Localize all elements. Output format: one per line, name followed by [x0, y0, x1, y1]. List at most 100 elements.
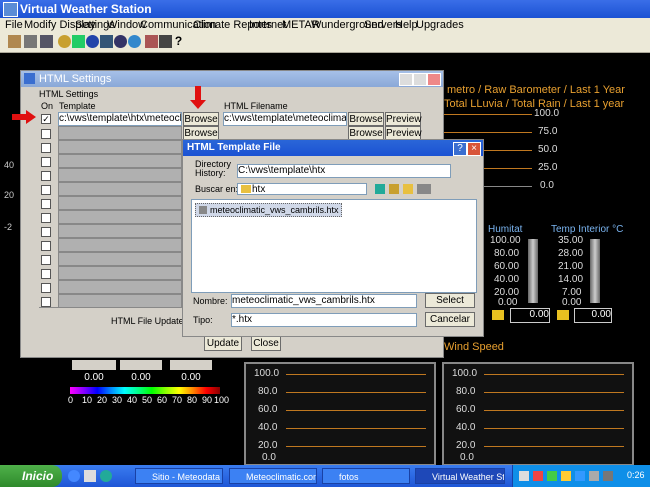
row-checkbox[interactable]: [41, 129, 51, 139]
globe-icon[interactable]: [86, 35, 99, 48]
help-button[interactable]: ?: [453, 142, 467, 156]
cancel-button[interactable]: Cancelar: [425, 312, 475, 327]
row1-filename-browse-button[interactable]: Browse: [348, 112, 384, 126]
type-label: Tipo:: [193, 315, 213, 325]
row-checkbox[interactable]: [41, 185, 51, 195]
menu-upgrades[interactable]: Upgrades: [416, 19, 464, 31]
filename-input[interactable]: meteoclimatic_vws_cambrils.htx: [231, 294, 417, 308]
volume-icon[interactable]: [603, 471, 613, 481]
start-button[interactable]: Inicio: [0, 465, 62, 487]
media-icon[interactable]: [100, 470, 112, 482]
row-checkbox[interactable]: [41, 241, 51, 251]
row-template-empty[interactable]: [58, 196, 182, 210]
tray-icon[interactable]: [547, 471, 557, 481]
row-template-empty[interactable]: [58, 154, 182, 168]
ie-icon[interactable]: [68, 470, 80, 482]
tray-icon[interactable]: [533, 471, 543, 481]
row-template-empty[interactable]: [58, 294, 182, 308]
tray-icon[interactable]: [575, 471, 585, 481]
file-type-select[interactable]: *.htx: [231, 313, 417, 327]
moon-icon[interactable]: [114, 35, 127, 48]
row-template-empty[interactable]: [58, 126, 182, 140]
close-dialog-button[interactable]: ×: [467, 142, 481, 156]
menu-bar: File Modify Display Settings Window Comm…: [0, 18, 650, 32]
lookin-select[interactable]: htx: [237, 183, 367, 195]
new-folder-icon[interactable]: [403, 184, 413, 194]
dir-history-select[interactable]: C:\vws\template\htx: [237, 164, 451, 178]
file-dialog-titlebar: HTML Template File ? ×: [183, 140, 483, 156]
row2-filename-browse-button[interactable]: Browse: [348, 126, 384, 140]
help-icon[interactable]: ?: [172, 35, 185, 48]
row-checkbox[interactable]: [41, 255, 51, 265]
row-template-empty[interactable]: [58, 266, 182, 280]
row-checkbox[interactable]: [41, 199, 51, 209]
open-icon[interactable]: [8, 35, 21, 48]
row-template-empty[interactable]: [58, 252, 182, 266]
view-menu-icon[interactable]: [417, 184, 431, 194]
close-button[interactable]: Close: [251, 335, 281, 351]
row1-template-field[interactable]: c:\vws\template\htx\meteoclimatic_: [58, 112, 182, 126]
humitat-arrow-icon[interactable]: [492, 310, 504, 320]
tree-icon[interactable]: [72, 35, 85, 48]
row-checkbox[interactable]: [41, 227, 51, 237]
save-icon[interactable]: [40, 35, 53, 48]
row2-preview-button[interactable]: Preview: [385, 126, 422, 140]
row-template-empty[interactable]: [58, 280, 182, 294]
folder-icon: [241, 185, 251, 193]
minimize-button[interactable]: [399, 73, 413, 86]
humitat-value: 0.00: [510, 308, 550, 323]
earth-icon[interactable]: [128, 35, 141, 48]
close-window-button[interactable]: [427, 73, 441, 86]
temp-arrow-icon[interactable]: [557, 310, 569, 320]
taskbar: Inicio Sitio - Meteodata Meteoclimatic.c…: [0, 465, 650, 487]
network-icon[interactable]: [100, 35, 113, 48]
file-item[interactable]: meteoclimatic_vws_cambrils.htx: [195, 203, 342, 217]
row-checkbox[interactable]: [41, 157, 51, 167]
col-filename: HTML Filename: [224, 101, 288, 111]
menu-internet[interactable]: Internet: [249, 19, 286, 31]
row-checkbox[interactable]: [41, 269, 51, 279]
select-button[interactable]: Select: [425, 293, 475, 308]
update-button[interactable]: Update: [204, 335, 242, 351]
row-checkbox[interactable]: [41, 297, 51, 307]
tray-icon[interactable]: [561, 471, 571, 481]
tray-icon[interactable]: [589, 471, 599, 481]
group-label: HTML Settings: [39, 89, 99, 99]
row-checkbox[interactable]: [41, 143, 51, 153]
desktop-icon[interactable]: [84, 470, 96, 482]
row1-checkbox[interactable]: ✓: [41, 114, 51, 124]
row-template-empty[interactable]: [58, 238, 182, 252]
color-scale-labels: 0 10 20 30 40 50 60 70 80 90 100: [68, 395, 230, 405]
row-checkbox[interactable]: [41, 283, 51, 293]
row-template-empty[interactable]: [58, 210, 182, 224]
chart-icon[interactable]: [145, 35, 158, 48]
task-sitio[interactable]: Sitio - Meteodata: [135, 468, 223, 484]
row-template-empty[interactable]: [58, 140, 182, 154]
task-fotos[interactable]: fotos: [322, 468, 410, 484]
annotation-arrow-right-icon: [12, 110, 36, 124]
row-checkbox[interactable]: [41, 213, 51, 223]
sun-icon[interactable]: [58, 35, 71, 48]
annotation-arrow-down-icon: [190, 86, 206, 109]
back-icon[interactable]: [375, 184, 385, 194]
row-template-empty[interactable]: [58, 182, 182, 196]
row-template-empty[interactable]: [58, 224, 182, 238]
task-virtual-weather-station[interactable]: Virtual Weather St...: [415, 468, 505, 484]
left-value-2: 0.00: [131, 372, 151, 383]
book-icon[interactable]: [159, 35, 172, 48]
row1-filename-field[interactable]: c:\vws\template\meteoclimatic_vws: [223, 112, 347, 126]
task-meteoclimatic[interactable]: Meteoclimatic.com...: [229, 468, 317, 484]
row1-browse-button[interactable]: Browse: [183, 112, 219, 126]
file-list[interactable]: meteoclimatic_vws_cambrils.htx: [191, 199, 477, 293]
menu-file[interactable]: File: [5, 19, 23, 31]
tray-icon[interactable]: [519, 471, 529, 481]
row1-preview-button[interactable]: Preview: [385, 112, 422, 126]
print-icon[interactable]: [24, 35, 37, 48]
row-template-empty[interactable]: [58, 168, 182, 182]
col-template: Template: [59, 101, 96, 111]
up-folder-icon[interactable]: [389, 184, 399, 194]
menu-help[interactable]: Help: [395, 19, 418, 31]
row2-browse-button[interactable]: Browse: [183, 126, 219, 140]
maximize-button[interactable]: [413, 73, 427, 86]
row-checkbox[interactable]: [41, 171, 51, 181]
